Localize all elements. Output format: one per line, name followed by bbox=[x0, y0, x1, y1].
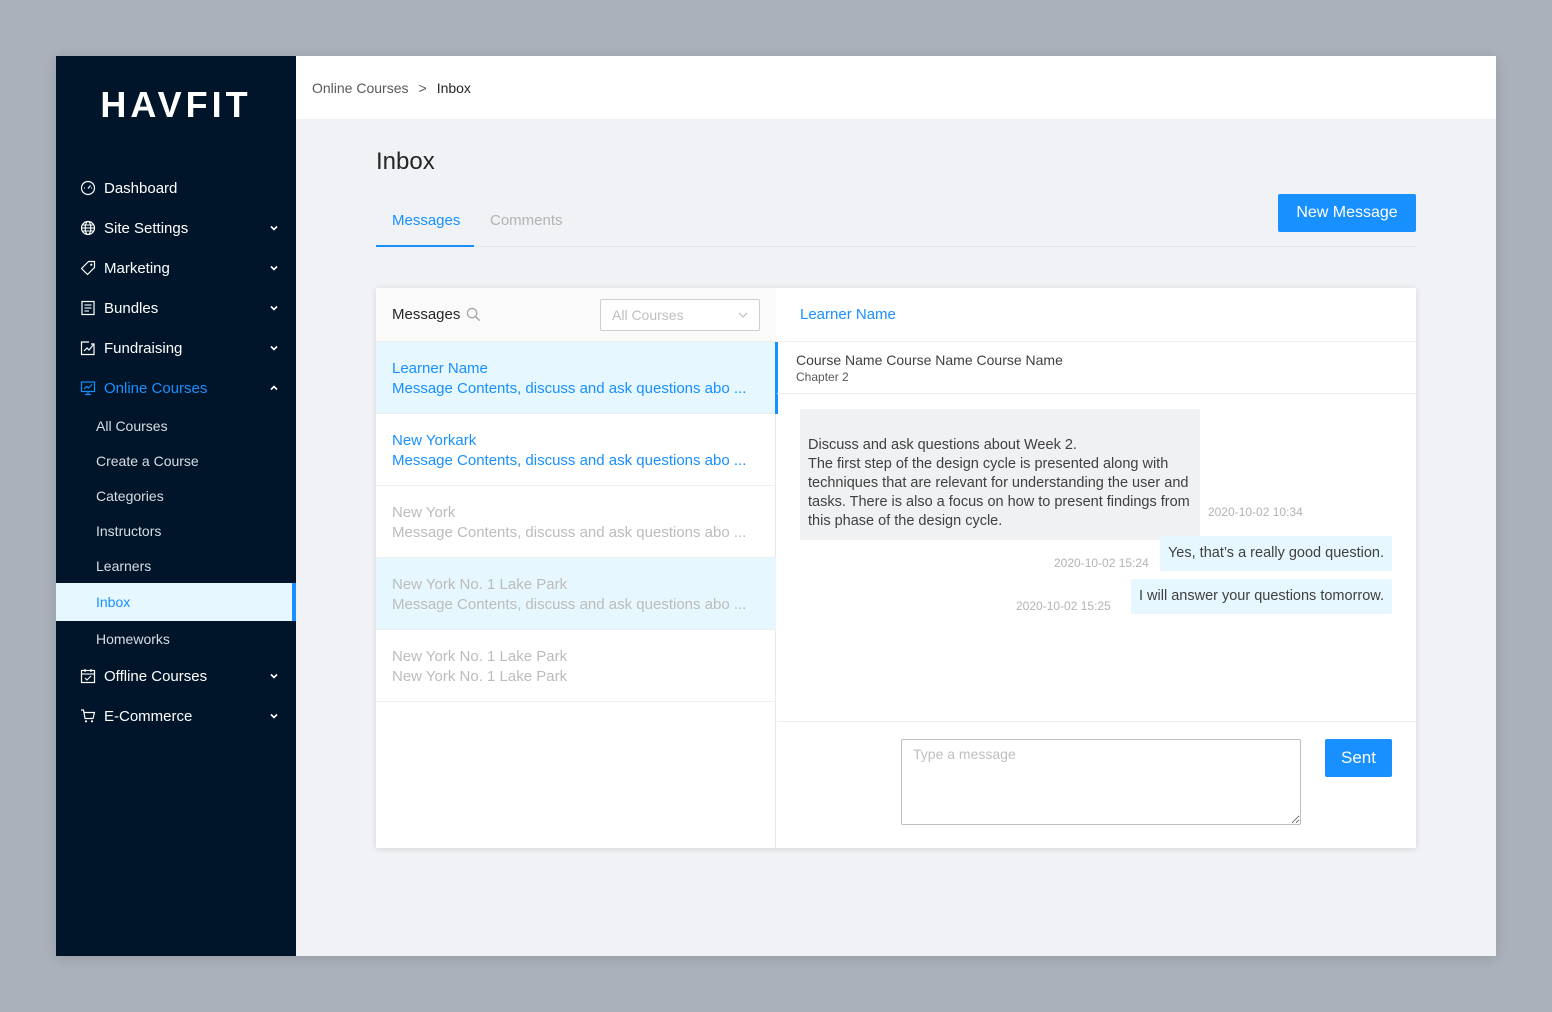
sidebar-item-online-courses[interactable]: Online Courses bbox=[56, 368, 296, 408]
message-timestamp: 2020-10-02 15:25 bbox=[1016, 599, 1111, 613]
sidebar-subitem-inbox[interactable]: Inbox bbox=[56, 583, 296, 621]
chevron-down-icon bbox=[270, 345, 278, 351]
breadcrumb-current: Inbox bbox=[436, 80, 471, 96]
sidebar-item-dashboard[interactable]: Dashboard bbox=[56, 168, 296, 208]
conversation-learner-name[interactable]: Learner Name bbox=[800, 306, 896, 323]
sidebar-menu: Dashboard Site Settings Marketing Bundle… bbox=[56, 168, 296, 736]
sidebar-item-offline-courses[interactable]: Offline Courses bbox=[56, 656, 296, 696]
breadcrumb-parent-link[interactable]: Online Courses bbox=[312, 80, 409, 96]
sidebar-item-label: Fundraising bbox=[104, 339, 183, 357]
chevron-down-icon bbox=[738, 312, 748, 318]
sidebar-item-label: Bundles bbox=[104, 299, 159, 317]
sidebar-item-label: Offline Courses bbox=[104, 667, 208, 685]
sidebar-item-label: Site Settings bbox=[104, 219, 189, 237]
message-list-header: Messages All Courses bbox=[376, 288, 776, 342]
dashboard-icon bbox=[80, 180, 96, 196]
calendar-icon bbox=[80, 668, 96, 684]
tag-icon bbox=[80, 260, 96, 276]
inbox-card: Messages All Courses Learner Name Messag… bbox=[376, 288, 1416, 848]
chevron-up-icon bbox=[270, 385, 278, 391]
sidebar-item-fundraising[interactable]: Fundraising bbox=[56, 328, 296, 368]
chevron-down-icon bbox=[270, 265, 278, 271]
incoming-message-bubble: Discuss and ask questions about Week 2. … bbox=[800, 409, 1200, 540]
tabs: Messages Comments bbox=[376, 196, 1416, 247]
chevron-down-icon bbox=[270, 713, 278, 719]
sidebar-item-marketing[interactable]: Marketing bbox=[56, 248, 296, 288]
conversation-pane: Learner Name Course Name Course Name Cou… bbox=[777, 288, 1416, 848]
tab-messages[interactable]: Messages bbox=[392, 212, 460, 229]
message-sender-name: New York No. 1 Lake Park bbox=[392, 648, 568, 665]
message-list-pane: Messages All Courses Learner Name Messag… bbox=[376, 288, 778, 848]
sidebar: HAVFIT Dashboard Site Settings Marketing… bbox=[56, 56, 296, 956]
message-preview: Message Contents, discuss and ask questi… bbox=[392, 596, 746, 613]
globe-icon bbox=[80, 220, 96, 236]
sidebar-item-site-settings[interactable]: Site Settings bbox=[56, 208, 296, 248]
bundle-icon bbox=[80, 300, 96, 316]
active-tab-indicator bbox=[376, 245, 474, 247]
message-list-item[interactable]: New York No. 1 Lake Park Message Content… bbox=[376, 558, 776, 630]
outgoing-message-bubble: Yes, that’s a really good question. bbox=[1159, 536, 1392, 571]
message-list-item[interactable]: New Yorkark Message Contents, discuss an… bbox=[376, 414, 776, 486]
message-sender-name: New York No. 1 Lake Park bbox=[392, 576, 568, 593]
message-text: Yes, that’s a really good question. bbox=[1167, 545, 1384, 561]
message-preview: Message Contents, discuss and ask questi… bbox=[392, 380, 746, 397]
page-title: Inbox bbox=[376, 148, 435, 175]
send-button[interactable]: Sent bbox=[1325, 739, 1392, 777]
message-sender-name: New York bbox=[392, 504, 456, 521]
conversation-header: Learner Name bbox=[777, 288, 1416, 342]
course-filter-value: All Courses bbox=[612, 307, 684, 323]
message-text: I will answer your questions tomorrow. bbox=[1139, 588, 1384, 604]
search-icon[interactable] bbox=[466, 307, 481, 322]
message-preview: New York No. 1 Lake Park bbox=[392, 668, 568, 685]
conversation-course-info: Course Name Course Name Course Name Chap… bbox=[777, 342, 1416, 394]
sidebar-item-label: Online Courses bbox=[104, 379, 208, 397]
course-filter-select[interactable]: All Courses bbox=[600, 299, 760, 331]
sidebar-item-label: Marketing bbox=[104, 259, 170, 277]
message-input[interactable] bbox=[901, 739, 1301, 825]
new-message-button[interactable]: New Message bbox=[1278, 194, 1416, 232]
outgoing-message-bubble: I will answer your questions tomorrow. bbox=[1131, 579, 1392, 614]
message-timestamp: 2020-10-02 15:24 bbox=[1054, 556, 1149, 570]
sidebar-subitem-homeworks[interactable]: Homeworks bbox=[56, 621, 296, 656]
sidebar-subitem-categories[interactable]: Categories bbox=[56, 478, 296, 513]
message-sender-name: Learner Name bbox=[392, 360, 488, 377]
chevron-down-icon bbox=[270, 673, 278, 679]
chevron-down-icon bbox=[270, 305, 278, 311]
logo: HAVFIT bbox=[100, 84, 252, 125]
tab-comments[interactable]: Comments bbox=[490, 212, 563, 229]
course-name: Course Name Course Name Course Name bbox=[796, 352, 1063, 368]
message-preview: Message Contents, discuss and ask questi… bbox=[392, 452, 746, 469]
message-sender-name: New Yorkark bbox=[392, 432, 477, 449]
breadcrumb: Online Courses > Inbox bbox=[312, 80, 471, 96]
message-list-item[interactable]: New York No. 1 Lake Park New York No. 1 … bbox=[376, 630, 776, 702]
app-window: HAVFIT Dashboard Site Settings Marketing… bbox=[56, 56, 1496, 956]
sidebar-subitem-learners[interactable]: Learners bbox=[56, 548, 296, 583]
sidebar-item-bundles[interactable]: Bundles bbox=[56, 288, 296, 328]
sidebar-subitem-all-courses[interactable]: All Courses bbox=[56, 408, 296, 443]
compose-area: Sent bbox=[777, 721, 1416, 848]
breadcrumb-separator: > bbox=[418, 80, 427, 96]
chevron-down-icon bbox=[270, 225, 278, 231]
message-preview: Message Contents, discuss and ask questi… bbox=[392, 524, 746, 541]
sidebar-item-label: Dashboard bbox=[104, 179, 178, 197]
chapter-label: Chapter 2 bbox=[796, 370, 849, 384]
message-timestamp: 2020-10-02 10:34 bbox=[1208, 505, 1303, 519]
sidebar-item-e-commerce[interactable]: E-Commerce bbox=[56, 696, 296, 736]
presentation-icon bbox=[80, 380, 96, 396]
sidebar-subitem-instructors[interactable]: Instructors bbox=[56, 513, 296, 548]
fundraising-icon bbox=[80, 340, 96, 356]
message-list-title: Messages bbox=[392, 306, 461, 323]
sidebar-item-label: E-Commerce bbox=[104, 707, 193, 725]
cart-icon bbox=[80, 708, 96, 724]
message-text: Discuss and ask questions about Week 2. … bbox=[808, 437, 1190, 529]
sidebar-subitem-create-course[interactable]: Create a Course bbox=[56, 443, 296, 478]
message-list-item[interactable]: Learner Name Message Contents, discuss a… bbox=[376, 342, 778, 414]
top-header: Online Courses > Inbox bbox=[296, 56, 1496, 119]
message-list-item[interactable]: New York Message Contents, discuss and a… bbox=[376, 486, 776, 558]
